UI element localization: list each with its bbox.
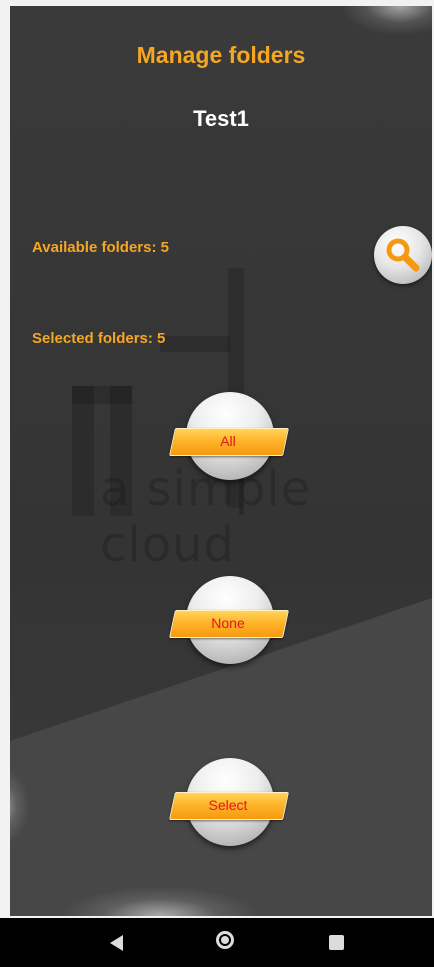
system-navigation-bar [0, 918, 434, 967]
recents-square-icon[interactable] [329, 935, 344, 950]
all-button[interactable]: All [172, 428, 284, 454]
back-triangle-icon[interactable] [110, 935, 123, 951]
app-screen: a simple cloud Manage folders Test1 Avai… [10, 6, 432, 916]
available-folders-label: Available folders: 5 [32, 239, 169, 256]
magnifier-icon [386, 238, 420, 272]
page-title: Manage folders [136, 42, 306, 68]
watermark-text: a simple cloud [100, 461, 312, 573]
search-button[interactable] [374, 226, 432, 284]
selected-folders-label: Selected folders: 5 [32, 330, 166, 347]
device-frame: a simple cloud Manage folders Test1 Avai… [0, 0, 434, 967]
home-circle-icon[interactable] [216, 931, 234, 949]
account-name: Test1 [193, 106, 249, 131]
select-button[interactable]: Select [172, 792, 284, 818]
none-button[interactable]: None [172, 610, 284, 636]
